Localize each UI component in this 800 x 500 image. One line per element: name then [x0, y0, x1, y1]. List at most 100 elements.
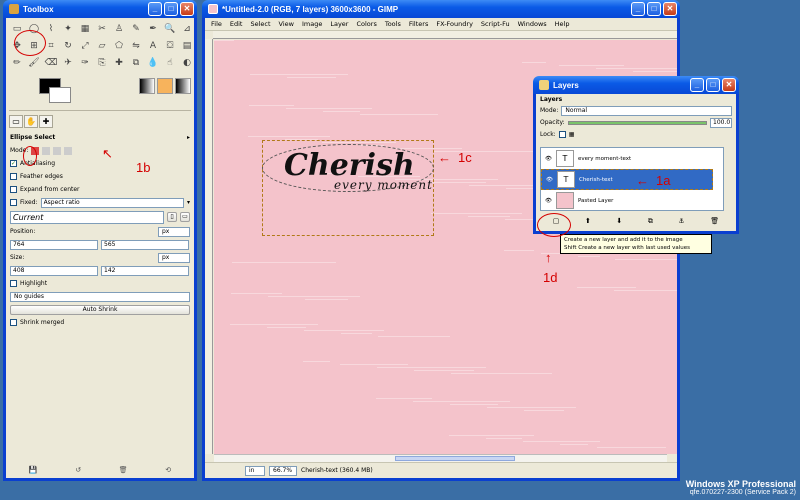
close-button[interactable]: ✕ [722, 78, 736, 92]
auto-shrink-button[interactable]: Auto Shrink [10, 304, 190, 315]
duplicate-layer-icon[interactable]: ⧉ [648, 217, 653, 226]
dodge-burn-icon[interactable]: ◐ [179, 55, 195, 71]
menu-item-help[interactable]: Help [555, 20, 570, 28]
mode-intersect-icon[interactable] [64, 146, 73, 155]
toolbox-titlebar[interactable]: Toolbox _ □ ✕ [3, 0, 197, 18]
perspective-clone-icon[interactable]: ⧉ [128, 55, 144, 71]
size-height-input[interactable]: 142 [101, 265, 189, 276]
lower-layer-icon[interactable]: ⬇ [616, 217, 622, 225]
panel-menu-icon[interactable]: ▸ [187, 134, 190, 141]
menu-item-windows[interactable]: Windows [518, 20, 547, 28]
menu-item-script-fu[interactable]: Script-Fu [481, 20, 510, 28]
zoom-icon[interactable]: 🔍 [162, 21, 178, 37]
zoom-select[interactable]: 66.7% [269, 465, 297, 476]
foreground-select-icon[interactable]: ♙ [111, 21, 127, 37]
brush-preview-icon[interactable] [139, 78, 155, 94]
text-icon[interactable]: A [145, 38, 161, 54]
color-picker-icon[interactable]: ✒ [145, 21, 161, 37]
scrollbar-thumb[interactable] [395, 456, 516, 461]
pencil-icon[interactable]: ✏ [9, 55, 25, 71]
fixed-select[interactable]: Aspect ratio [40, 197, 184, 208]
opacity-slider[interactable] [567, 120, 707, 125]
landscape-icon[interactable]: ▭ [180, 212, 190, 222]
unit-select[interactable]: in [245, 465, 265, 476]
bucket-fill-icon[interactable]: ⛋ [162, 38, 178, 54]
layers-titlebar[interactable]: Layers _ □ ✕ [533, 76, 739, 94]
shear-icon[interactable]: ▱ [94, 38, 110, 54]
eye-icon[interactable]: 👁 [545, 156, 552, 162]
delete-options-icon[interactable]: 🗑 [119, 466, 128, 476]
menu-item-image[interactable]: Image [302, 20, 322, 28]
color-select-icon[interactable]: ▦ [77, 21, 93, 37]
blur-icon[interactable]: 💧 [145, 55, 161, 71]
eye-icon[interactable]: 👁 [546, 177, 553, 183]
position-x-input[interactable]: 764 [10, 239, 98, 250]
gradient-preview-icon[interactable] [175, 78, 191, 94]
images-tab-icon[interactable]: ✚ [39, 115, 53, 128]
portrait-icon[interactable]: ▯ [167, 212, 177, 222]
menu-item-tools[interactable]: Tools [385, 20, 401, 28]
layer-row-selected[interactable]: 👁 T Cherish-text [541, 169, 713, 190]
rotate-icon[interactable]: ↻ [60, 38, 76, 54]
heal-icon[interactable]: ✚ [111, 55, 127, 71]
save-options-icon[interactable]: 💾 [29, 466, 38, 476]
position-unit-select[interactable]: px [158, 226, 190, 237]
paths-icon[interactable]: ✎ [128, 21, 144, 37]
opacity-input[interactable]: 100.0 [710, 117, 732, 128]
feather-checkbox[interactable] [10, 173, 17, 180]
free-select-icon[interactable]: ⌇ [43, 21, 59, 37]
menu-item-layer[interactable]: Layer [330, 20, 348, 28]
menu-item-filters[interactable]: Filters [409, 20, 428, 28]
background-color[interactable] [49, 87, 71, 103]
close-button[interactable]: ✕ [663, 2, 677, 16]
minimize-button[interactable]: _ [631, 2, 645, 16]
chevron-down-icon[interactable]: ▾ [187, 199, 190, 206]
flip-icon[interactable]: ⇋ [128, 38, 144, 54]
fixed-value-field[interactable]: Current [10, 210, 164, 224]
anchor-layer-icon[interactable]: ⚓ [678, 217, 684, 225]
expand-checkbox[interactable] [10, 186, 17, 193]
guides-select[interactable]: No guides [10, 291, 190, 302]
maximize-button[interactable]: □ [647, 2, 661, 16]
fixed-checkbox[interactable] [10, 199, 17, 206]
minimize-button[interactable]: _ [148, 2, 162, 16]
highlight-checkbox[interactable] [10, 280, 17, 287]
size-unit-select[interactable]: px [158, 252, 190, 263]
menu-item-view[interactable]: View [279, 20, 294, 28]
scale-icon[interactable]: ⤢ [77, 38, 93, 54]
menu-item-fx-foundry[interactable]: FX-Foundry [436, 20, 473, 28]
restore-options-icon[interactable]: ↺ [75, 466, 81, 476]
mode-subtract-icon[interactable] [53, 146, 62, 155]
menu-item-colors[interactable]: Colors [356, 20, 376, 28]
maximize-button[interactable]: □ [706, 78, 720, 92]
menu-item-file[interactable]: File [211, 20, 222, 28]
pattern-preview-icon[interactable] [157, 78, 173, 94]
close-button[interactable]: ✕ [180, 2, 194, 16]
scissors-icon[interactable]: ✂ [94, 21, 110, 37]
raise-layer-icon[interactable]: ⬆ [585, 217, 591, 225]
fuzzy-select-icon[interactable]: ✦ [60, 21, 76, 37]
reset-options-icon[interactable]: ⟲ [165, 466, 171, 476]
image-window-titlebar[interactable]: *Untitled-2.0 (RGB, 7 layers) 3600x3600 … [202, 0, 680, 18]
shrink-merged-checkbox[interactable] [10, 319, 17, 326]
horizontal-scrollbar[interactable] [214, 454, 667, 462]
menu-item-select[interactable]: Select [250, 20, 270, 28]
measure-icon[interactable]: ⊿ [179, 21, 195, 37]
antialiasing-checkbox[interactable]: ✓ [10, 160, 17, 167]
lock-alpha-checkbox[interactable] [558, 131, 566, 138]
device-status-tab-icon[interactable]: ✋ [24, 115, 38, 128]
mode-add-icon[interactable] [42, 146, 51, 155]
layer-row[interactable]: 👁 Pasted Layer [541, 190, 723, 211]
layer-mode-select[interactable]: Normal [561, 105, 732, 116]
clone-icon[interactable]: ⎘ [94, 55, 110, 71]
smudge-icon[interactable]: ☝ [162, 55, 178, 71]
blend-icon[interactable]: ▤ [179, 38, 195, 54]
size-width-input[interactable]: 408 [10, 265, 98, 276]
delete-layer-icon[interactable]: 🗑 [710, 217, 719, 225]
airbrush-icon[interactable]: ✈ [60, 55, 76, 71]
ink-icon[interactable]: ✑ [77, 55, 93, 71]
layer-row[interactable]: 👁 T every moment-text [541, 148, 723, 169]
minimize-button[interactable]: _ [690, 78, 704, 92]
paintbrush-icon[interactable]: 🖌 [26, 55, 42, 71]
position-y-input[interactable]: 565 [101, 239, 189, 250]
